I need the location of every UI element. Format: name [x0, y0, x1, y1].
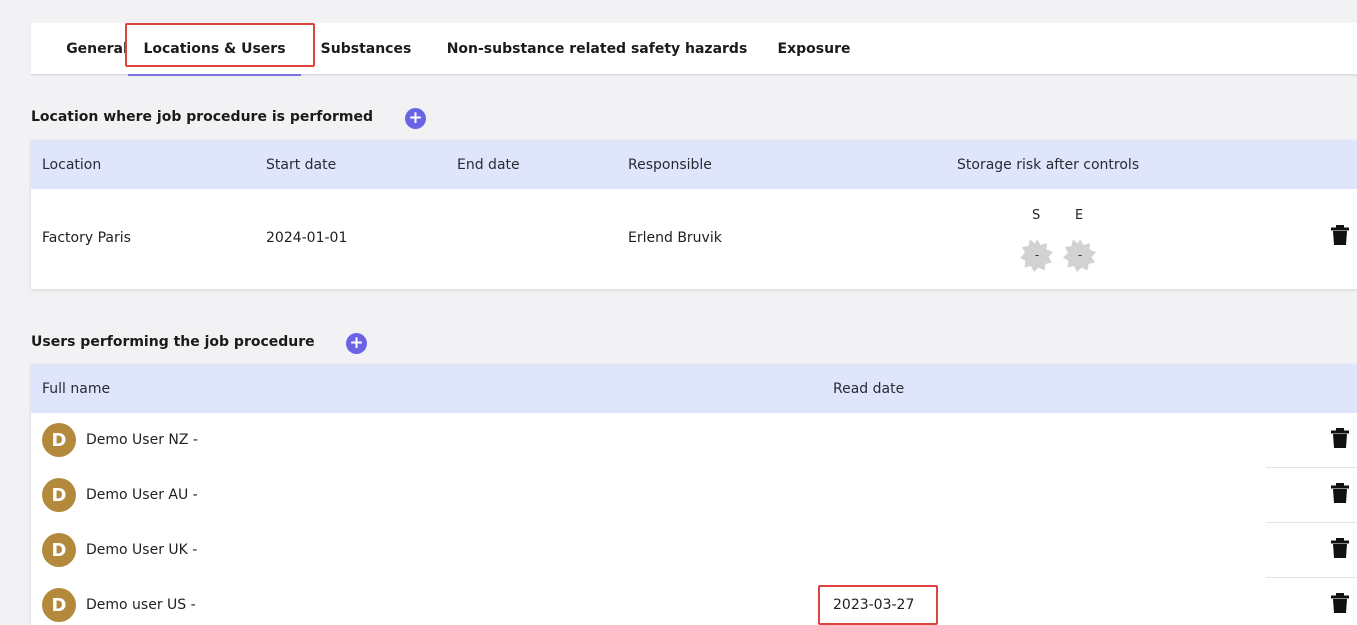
delete-user-trash-icon[interactable] [1331, 593, 1349, 613]
avatar: D [42, 533, 76, 567]
locations-table-header: Location Start date End date Responsible… [31, 140, 1357, 189]
user-name-cell: Demo user US - [86, 597, 196, 613]
tab-label: Substances [320, 41, 412, 57]
tab-locations-users[interactable]: Locations & Users [128, 23, 301, 76]
table-row[interactable]: D Demo user US - 2023-03-27 [31, 578, 1357, 625]
plus-icon: + [408, 108, 423, 128]
tab-bar: General Locations & Users Substances Non… [31, 23, 1357, 76]
risk-e-badge: - [1063, 238, 1097, 272]
add-location-button[interactable]: + [405, 108, 426, 129]
users-table: Full name Read date D Demo User NZ - D D… [31, 364, 1357, 625]
column-header-responsible[interactable]: Responsible [628, 140, 712, 189]
delete-user-trash-icon[interactable] [1331, 483, 1349, 503]
locations-section-title: Location where job procedure is performe… [31, 106, 373, 128]
locations-title-text: Location where job procedure is performe… [31, 109, 373, 125]
tab-exposure[interactable]: Exposure [769, 23, 859, 75]
responsible-cell: Erlend Bruvik [628, 230, 722, 246]
users-title-text: Users performing the job procedure [31, 334, 315, 350]
delete-user-trash-icon[interactable] [1331, 428, 1349, 448]
delete-location-trash-icon[interactable] [1331, 225, 1349, 245]
avatar: D [42, 423, 76, 457]
tab-label: Non-substance related safety hazards [446, 41, 748, 57]
column-header-location[interactable]: Location [42, 140, 101, 189]
user-name-cell: Demo User AU - [86, 487, 198, 503]
tab-label: General [66, 41, 128, 57]
avatar: D [42, 478, 76, 512]
risk-s-badge: - [1020, 238, 1054, 272]
user-name-cell: Demo User NZ - [86, 432, 198, 448]
avatar: D [42, 588, 76, 622]
users-table-header: Full name Read date [31, 364, 1357, 413]
risk-s-label: S [1032, 208, 1041, 223]
page: General Locations & Users Substances Non… [0, 0, 1357, 625]
delete-user-trash-icon[interactable] [1331, 538, 1349, 558]
tab-non-substance-hazards[interactable]: Non-substance related safety hazards [441, 23, 753, 75]
table-row[interactable]: D Demo User AU - [31, 468, 1357, 522]
risk-e-label: E [1075, 208, 1084, 223]
risk-e-value: - [1077, 248, 1083, 262]
users-section-title: Users performing the job procedure [31, 331, 315, 353]
location-cell: Factory Paris [42, 230, 131, 246]
add-user-button[interactable]: + [346, 333, 367, 354]
tab-substances[interactable]: Substances [311, 23, 421, 75]
start-date-cell: 2024-01-01 [266, 230, 348, 246]
tab-label: Locations & Users [143, 41, 286, 57]
read-date-cell: 2023-03-27 [833, 597, 915, 613]
table-row[interactable]: Factory Paris 2024-01-01 Erlend Bruvik S… [31, 189, 1357, 289]
tab-label: Exposure [777, 41, 851, 57]
column-header-start-date[interactable]: Start date [266, 140, 336, 189]
table-row[interactable]: D Demo User NZ - [31, 413, 1357, 467]
column-header-read-date[interactable]: Read date [833, 364, 904, 413]
risk-s-value: - [1034, 248, 1040, 262]
user-name-cell: Demo User UK - [86, 542, 198, 558]
plus-icon: + [349, 333, 364, 353]
column-header-end-date[interactable]: End date [457, 140, 520, 189]
column-header-storage-risk[interactable]: Storage risk after controls [957, 140, 1139, 189]
table-row[interactable]: D Demo User UK - [31, 523, 1357, 577]
column-header-full-name[interactable]: Full name [42, 364, 110, 413]
locations-table: Location Start date End date Responsible… [31, 140, 1357, 289]
